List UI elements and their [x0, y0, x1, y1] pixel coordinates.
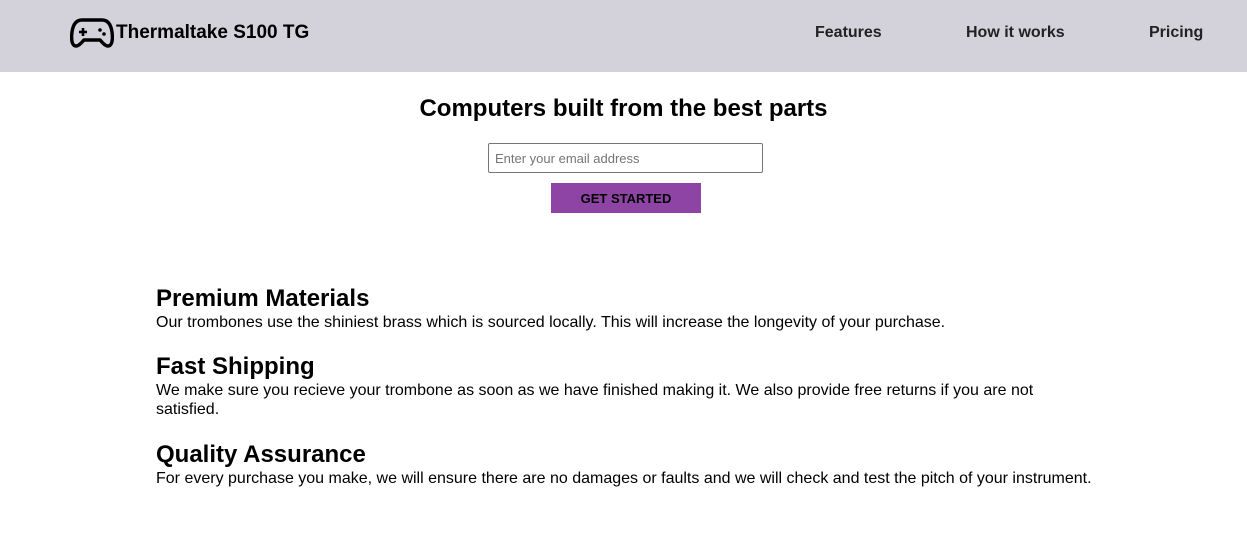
- feature-text: We make sure you recieve your trombone a…: [156, 382, 1034, 418]
- gamepad-icon[interactable]: [70, 16, 114, 50]
- feature-premium-materials: Premium Materials Our trombones use the …: [156, 285, 1096, 332]
- feature-title: Quality Assurance: [156, 441, 366, 468]
- nav-link-pricing[interactable]: Pricing: [1149, 24, 1203, 42]
- nav-link-features[interactable]: Features: [815, 24, 882, 42]
- feature-text: For every purchase you make, we will ens…: [156, 470, 1092, 487]
- email-input[interactable]: [488, 143, 763, 173]
- feature-title: Premium Materials: [156, 285, 370, 312]
- site-header: Thermaltake S100 TG Features How it work…: [0, 0, 1247, 72]
- brand-name: Thermaltake S100 TG: [116, 22, 310, 43]
- hero-title: Computers built from the best parts: [419, 95, 828, 122]
- feature-text: Our trombones use the shiniest brass whi…: [156, 314, 946, 331]
- feature-quality-assurance: Quality Assurance For every purchase you…: [156, 441, 1096, 488]
- get-started-button[interactable]: GET STARTED: [551, 183, 701, 213]
- nav-link-how-it-works[interactable]: How it works: [966, 24, 1065, 42]
- feature-fast-shipping: Fast Shipping We make sure you recieve y…: [156, 353, 1096, 419]
- feature-title: Fast Shipping: [156, 353, 315, 380]
